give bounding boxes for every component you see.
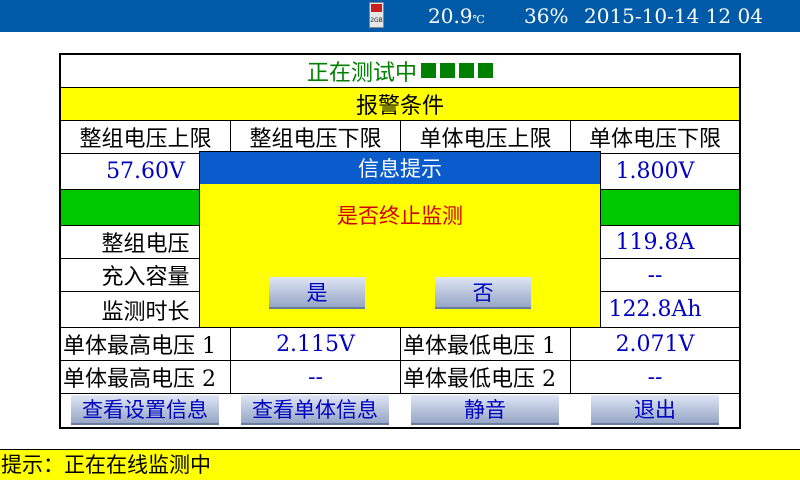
confirm-dialog: 信息提示 是否终止监测 是 否	[199, 151, 601, 328]
progress-square	[421, 62, 436, 78]
hint-prefix: 提示：	[1, 453, 64, 477]
dialog-message: 是否终止监测	[337, 204, 463, 228]
temperature-unit: ℃	[472, 13, 485, 26]
progress-indicator	[417, 59, 493, 84]
alarm-header-cell-upper: 单体电压上限	[401, 121, 571, 154]
status-title: 正在测试中	[306, 61, 417, 86]
view-cells-button[interactable]: 查看单体信息	[241, 395, 389, 425]
temperature-value: 20.9	[428, 4, 473, 28]
dialog-yes-button[interactable]: 是	[269, 277, 365, 309]
alarm-header-pack-lower: 整组电压下限	[231, 121, 401, 154]
status-title-row: 正在测试中	[61, 55, 739, 88]
min-cell-voltage-value-1: 2.071V	[571, 328, 739, 361]
dialog-title: 信息提示	[200, 152, 600, 184]
view-settings-button[interactable]: 查看设置信息	[71, 395, 219, 425]
max-cell-voltage-label-1: 单体最高电压 1	[61, 328, 231, 361]
min-cell-voltage-value-2: --	[571, 361, 739, 394]
dialog-no-button[interactable]: 否	[435, 277, 531, 309]
progress-square	[459, 62, 474, 78]
exit-button[interactable]: 退出	[591, 395, 719, 425]
temperature-readout: 20.9℃	[428, 3, 485, 33]
min-cell-voltage-label-2: 单体最低电压 2	[401, 361, 571, 394]
alarm-section-title: 报警条件	[61, 88, 739, 121]
max-cell-voltage-label-2: 单体最高电压 2	[61, 361, 231, 394]
progress-square	[478, 62, 493, 78]
alarm-header-pack-upper: 整组电压上限	[61, 121, 231, 154]
min-cell-voltage-label-1: 单体最低电压 1	[401, 328, 571, 361]
sd-card-icon: 2GB	[369, 2, 384, 28]
max-cell-voltage-value-1: 2.115V	[231, 328, 401, 361]
progress-square	[440, 62, 455, 78]
mute-button[interactable]: 静音	[411, 395, 559, 425]
status-bar: 2GB 20.9℃ 36% 2015-10-14 12 04	[0, 0, 800, 32]
hint-bar: 提示：正在在线监测中	[0, 449, 800, 480]
alarm-header-cell-lower: 单体电压下限	[571, 121, 739, 154]
battery-readout: 36%	[524, 4, 569, 28]
max-cell-voltage-value-2: --	[231, 361, 401, 394]
datetime-readout: 2015-10-14 12 04	[584, 4, 763, 28]
hint-text: 正在在线监测中	[64, 453, 211, 477]
